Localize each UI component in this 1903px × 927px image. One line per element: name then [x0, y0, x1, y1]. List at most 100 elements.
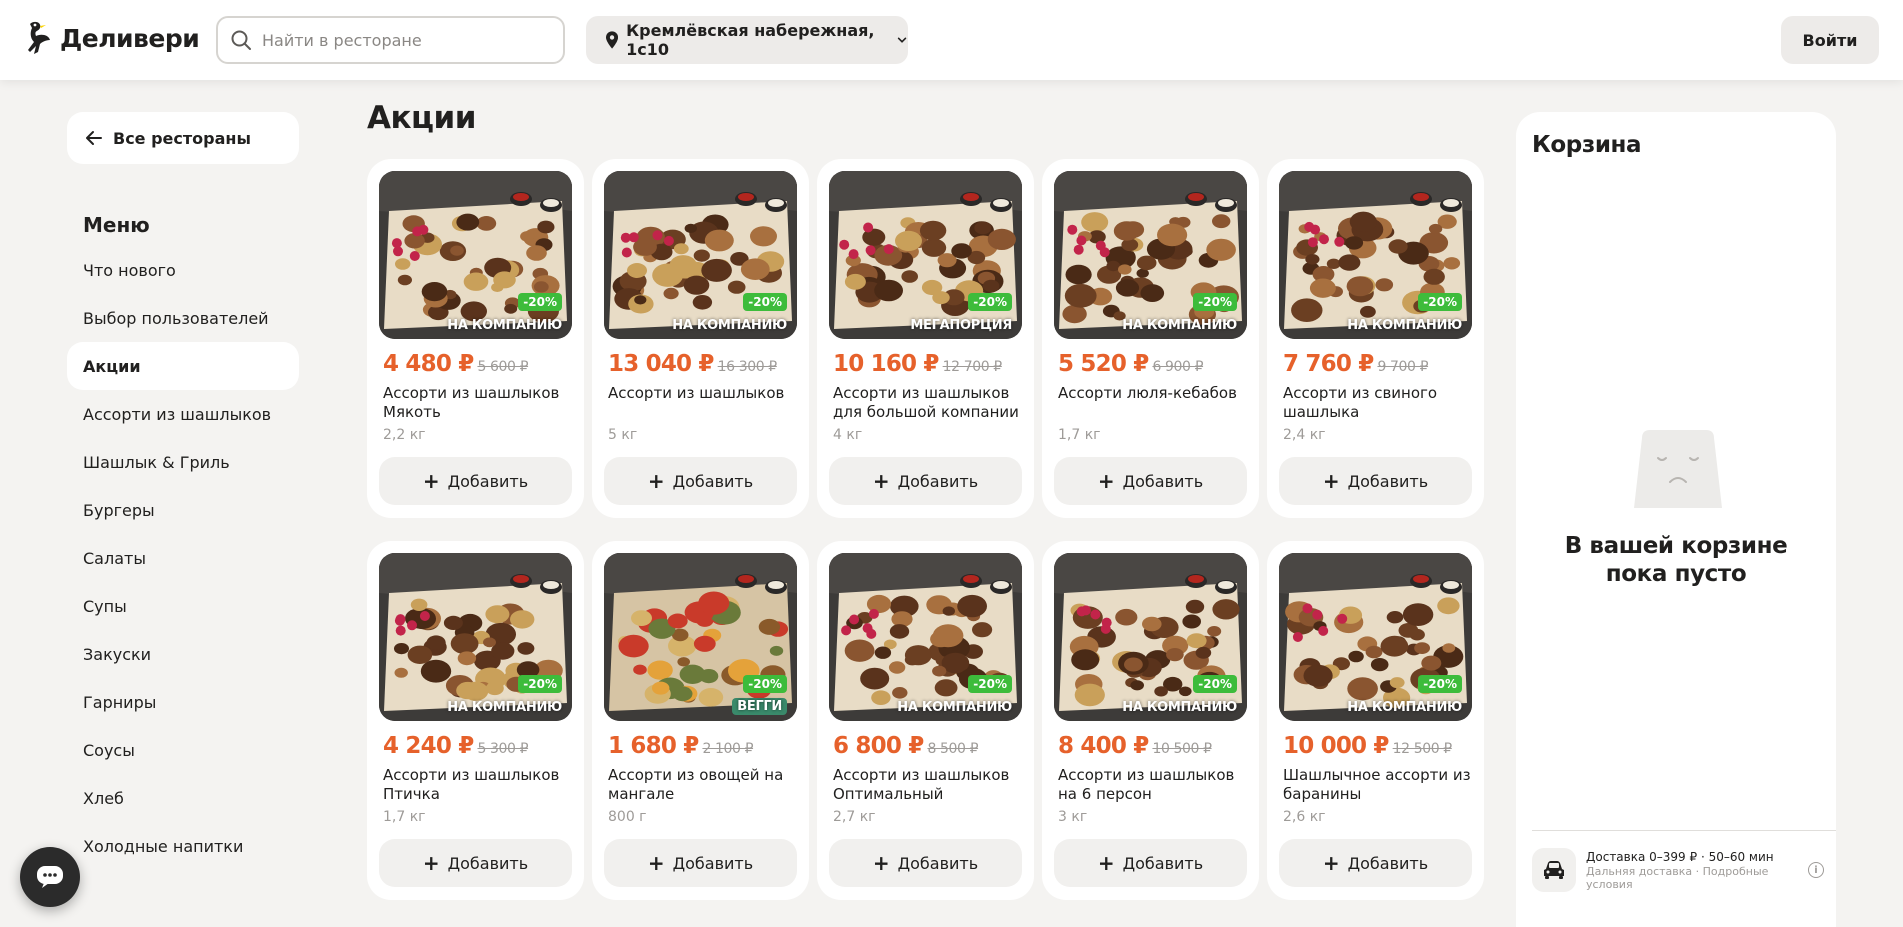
- product-card[interactable]: -20% НА КОМПАНИЮ 10 000 ₽12 500 ₽ Шашлычное…: [1267, 541, 1484, 900]
- all-restaurants-button[interactable]: Все рестораны: [67, 112, 299, 164]
- product-name: Ассорти из шашлыков Мякоть: [383, 384, 560, 421]
- product-weight: 1,7 кг: [1058, 427, 1101, 443]
- product-name: Ассорти из шашлыков на 6 персон: [1058, 766, 1235, 803]
- add-to-cart-button[interactable]: + Добавить: [379, 457, 572, 505]
- product-name: Ассорти из шашлыков для большой компании: [833, 384, 1019, 421]
- discount-badge: -20%: [1418, 675, 1462, 693]
- product-card[interactable]: -20% НА КОМПАНИЮ 8 400 ₽10 500 ₽ Ассорти из…: [1042, 541, 1259, 900]
- product-price: 10 000 ₽: [1283, 733, 1389, 759]
- product-name: Ассорти из овощей на мангале: [608, 766, 784, 803]
- add-to-cart-button[interactable]: + Добавить: [829, 457, 1022, 505]
- address-selector[interactable]: Кремлёвская набережная, 1с10: [586, 16, 908, 64]
- chat-button[interactable]: [20, 847, 80, 907]
- search-input[interactable]: [262, 30, 552, 50]
- product-card[interactable]: -20% НА КОМПАНИЮ 5 520 ₽6 900 ₽ Ассорти люл…: [1042, 159, 1259, 518]
- product-photo: [829, 553, 1022, 721]
- product-image[interactable]: -20% НА КОМПАНИЮ: [829, 553, 1022, 721]
- info-icon[interactable]: i: [1808, 862, 1824, 878]
- product-weight: 1,7 кг: [383, 809, 426, 825]
- sidebar-item[interactable]: Закуски: [67, 630, 299, 678]
- product-card[interactable]: -20% НА КОМПАНИЮ 7 760 ₽9 700 ₽ Ассорти из …: [1267, 159, 1484, 518]
- sidebar-item[interactable]: Ассорти из шашлыков: [67, 390, 299, 438]
- sidebar-item[interactable]: Салаты: [67, 534, 299, 582]
- add-label: Добавить: [1347, 853, 1429, 873]
- product-weight: 2,4 кг: [1283, 427, 1326, 443]
- sidebar-item[interactable]: Что нового: [67, 246, 299, 294]
- product-card[interactable]: -20% НА КОМПАНИЮ 4 240 ₽5 300 ₽ Ассорти из …: [367, 541, 584, 900]
- product-name: Ассорти из шашлыков Птичка: [383, 766, 560, 803]
- discount-badge: -20%: [1418, 293, 1462, 311]
- add-to-cart-button[interactable]: + Добавить: [604, 839, 797, 887]
- empty-cart-line-2: пока пусто: [1605, 561, 1747, 587]
- category-menu: Что нового Выбор пользователей Акции Ассорт…: [67, 246, 299, 870]
- search-box[interactable]: [216, 16, 565, 64]
- product-card[interactable]: -20% НА КОМПАНИЮ 4 480 ₽5 600 ₽ Ассорти из …: [367, 159, 584, 518]
- sidebar-item[interactable]: Шашлык & Гриль: [67, 438, 299, 486]
- sidebar-item[interactable]: Выбор пользователей: [67, 294, 299, 342]
- promo-tag: НА КОМПАНИЮ: [1347, 318, 1462, 333]
- add-to-cart-button[interactable]: + Добавить: [1054, 457, 1247, 505]
- price-row: 5 520 ₽6 900 ₽: [1058, 351, 1203, 377]
- price-row: 10 000 ₽12 500 ₽: [1283, 733, 1452, 759]
- add-to-cart-button[interactable]: + Добавить: [379, 839, 572, 887]
- product-image[interactable]: -20% МЕГАПОРЦИЯ: [829, 171, 1022, 339]
- product-old-price: 2 100 ₽: [702, 741, 754, 757]
- add-label: Добавить: [897, 471, 979, 491]
- product-photo: [1054, 171, 1247, 339]
- menu-title: Меню: [83, 213, 150, 237]
- discount-badge: -20%: [743, 675, 787, 693]
- product-old-price: 6 900 ₽: [1152, 359, 1204, 375]
- add-to-cart-button[interactable]: + Добавить: [604, 457, 797, 505]
- product-old-price: 5 600 ₽: [477, 359, 529, 375]
- sidebar-item[interactable]: Гарниры: [67, 678, 299, 726]
- ostrich-logo: [28, 21, 50, 55]
- sidebar-item[interactable]: Акции: [67, 342, 299, 390]
- product-image[interactable]: -20% НА КОМПАНИЮ: [1279, 553, 1472, 721]
- sidebar-item[interactable]: Хлеб: [67, 774, 299, 822]
- product-card[interactable]: -20% НА КОМПАНИЮ 13 040 ₽16 300 ₽ Ассорти и…: [592, 159, 809, 518]
- product-old-price: 5 300 ₽: [477, 741, 529, 757]
- car-icon: [1532, 848, 1576, 892]
- discount-badge: -20%: [1193, 675, 1237, 693]
- sidebar-item[interactable]: Бургеры: [67, 486, 299, 534]
- add-label: Добавить: [447, 471, 529, 491]
- product-image[interactable]: -20% НА КОМПАНИЮ: [379, 171, 572, 339]
- sidebar-item[interactable]: Соусы: [67, 726, 299, 774]
- product-image[interactable]: -20% ВЕГГИ: [604, 553, 797, 721]
- product-card[interactable]: -20% НА КОМПАНИЮ 6 800 ₽8 500 ₽ Ассорти из …: [817, 541, 1034, 900]
- all-restaurants-label: Все рестораны: [113, 128, 251, 148]
- product-card[interactable]: -20% МЕГАПОРЦИЯ 10 160 ₽12 700 ₽ Ассорти из…: [817, 159, 1034, 518]
- product-old-price: 8 500 ₽: [927, 741, 979, 757]
- logo[interactable]: Деливери: [24, 20, 200, 56]
- product-photo: [604, 171, 797, 339]
- product-name: Ассорти люля-кебабов: [1058, 384, 1237, 402]
- add-to-cart-button[interactable]: + Добавить: [1279, 839, 1472, 887]
- add-to-cart-button[interactable]: + Добавить: [1054, 839, 1247, 887]
- sidebar-item[interactable]: Холодные напитки: [67, 822, 299, 870]
- promo-tag: НА КОМПАНИЮ: [1347, 700, 1462, 715]
- product-image[interactable]: -20% НА КОМПАНИЮ: [379, 553, 572, 721]
- price-row: 8 400 ₽10 500 ₽: [1058, 733, 1212, 759]
- add-to-cart-button[interactable]: + Добавить: [1279, 457, 1472, 505]
- product-image[interactable]: -20% НА КОМПАНИЮ: [1054, 171, 1247, 339]
- delivery-info[interactable]: Доставка 0–399 ₽ · 50–60 мин Дальняя дос…: [1532, 848, 1836, 892]
- product-image[interactable]: -20% НА КОМПАНИЮ: [1054, 553, 1247, 721]
- product-image[interactable]: -20% НА КОМПАНИЮ: [604, 171, 797, 339]
- price-row: 10 160 ₽12 700 ₽: [833, 351, 1002, 377]
- plus-icon: +: [1097, 851, 1115, 875]
- product-price: 5 520 ₽: [1058, 351, 1149, 377]
- add-to-cart-button[interactable]: + Добавить: [829, 839, 1022, 887]
- product-price: 7 760 ₽: [1283, 351, 1374, 377]
- product-price: 8 400 ₽: [1058, 733, 1149, 759]
- discount-badge: -20%: [968, 293, 1012, 311]
- sidebar-item[interactable]: Супы: [67, 582, 299, 630]
- product-card[interactable]: -20% ВЕГГИ 1 680 ₽2 100 ₽ Ассорти из овощей…: [592, 541, 809, 900]
- product-name: Шашлычное ассорти из баранины: [1283, 766, 1471, 803]
- product-weight: 2,6 кг: [1283, 809, 1326, 825]
- arrow-left-icon: [86, 131, 102, 145]
- product-old-price: 10 500 ₽: [1152, 741, 1212, 757]
- product-price: 1 680 ₽: [608, 733, 699, 759]
- login-button[interactable]: Войти: [1781, 16, 1879, 64]
- product-old-price: 12 700 ₽: [942, 359, 1003, 375]
- product-image[interactable]: -20% НА КОМПАНИЮ: [1279, 171, 1472, 339]
